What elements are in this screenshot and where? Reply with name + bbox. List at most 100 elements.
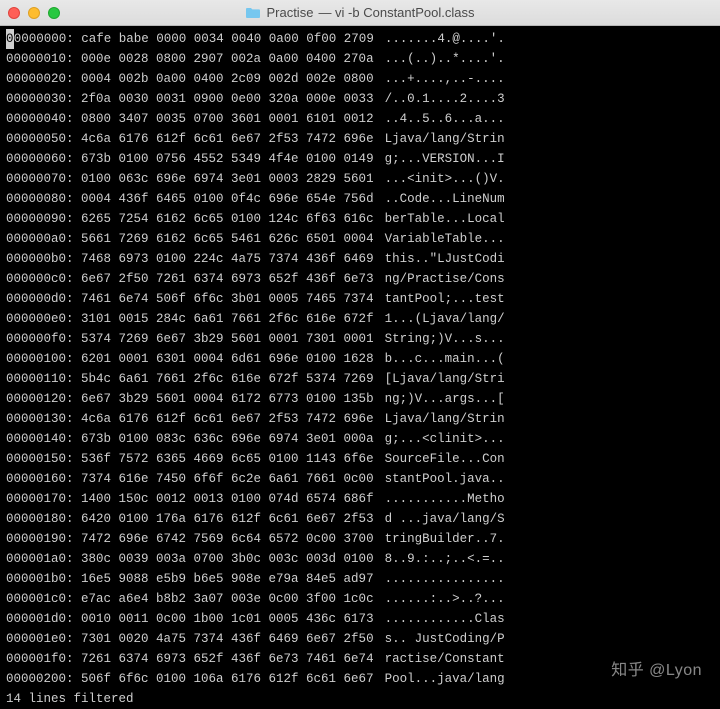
hex-bytes: 380c 0039 003a 0700 3b0c 003c 003d 0100 — [74, 552, 374, 566]
hex-row: 00000060: 673b 0100 0756 4552 5349 4f4e … — [6, 149, 714, 169]
hex-ascii: ng/Practise/Cons — [385, 272, 505, 286]
hex-bytes: 0100 063c 696e 6974 3e01 0003 2829 5601 — [74, 172, 374, 186]
hex-row: 00000050: 4c6a 6176 612f 6c61 6e67 2f53 … — [6, 129, 714, 149]
hex-offset: 00000130: — [6, 412, 74, 426]
hex-ascii: stantPool.java.. — [385, 472, 505, 486]
hexdump-area[interactable]: 00000000: cafe babe 0000 0034 0040 0a00 … — [0, 26, 720, 689]
hex-row: 000001a0: 380c 0039 003a 0700 3b0c 003c … — [6, 549, 714, 569]
hex-offset: 00000140: — [6, 432, 74, 446]
folder-icon — [245, 7, 261, 19]
hex-row: 00000100: 6201 0001 6301 0004 6d61 696e … — [6, 349, 714, 369]
hex-bytes: 6e67 2f50 7261 6374 6973 652f 436f 6e73 — [74, 272, 374, 286]
hex-bytes: 0004 436f 6465 0100 0f4c 696e 654e 756d — [74, 192, 374, 206]
hex-offset: 00000040: — [6, 112, 74, 126]
hex-bytes: 0800 3407 0035 0700 3601 0001 6101 0012 — [74, 112, 374, 126]
hex-ascii: String;)V...s... — [385, 332, 505, 346]
hex-offset: 00000010: — [6, 52, 74, 66]
hex-bytes: 6265 7254 6162 6c65 0100 124c 6f63 616c — [74, 212, 374, 226]
hex-offset: 00000170: — [6, 492, 74, 506]
hex-offset: 00000110: — [6, 372, 74, 386]
hex-bytes: 16e5 9088 e5b9 b6e5 908e e79a 84e5 ad97 — [74, 572, 374, 586]
hex-bytes: 7374 616e 7450 6f6f 6c2e 6a61 7661 0c00 — [74, 472, 374, 486]
hex-offset: 000001c0: — [6, 592, 74, 606]
hex-bytes: 673b 0100 0756 4552 5349 4f4e 0100 0149 — [74, 152, 374, 166]
hex-row: 00000120: 6e67 3b29 5601 0004 6172 6773 … — [6, 389, 714, 409]
hex-row: 000001f0: 7261 6374 6973 652f 436f 6e73 … — [6, 649, 714, 669]
hex-row: 00000110: 5b4c 6a61 7661 2f6c 616e 672f … — [6, 369, 714, 389]
hex-offset: 00000000: — [6, 32, 74, 46]
hex-row: 00000170: 1400 150c 0012 0013 0100 074d … — [6, 489, 714, 509]
hex-offset: 00000090: — [6, 212, 74, 226]
hex-row: 00000040: 0800 3407 0035 0700 3601 0001 … — [6, 109, 714, 129]
hex-ascii: ..Code...LineNum — [385, 192, 505, 206]
titlebar: Practise — vi -b ConstantPool.class — [0, 0, 720, 26]
hex-row: 00000140: 673b 0100 083c 636c 696e 6974 … — [6, 429, 714, 449]
hex-offset: 000001e0: — [6, 632, 74, 646]
hex-ascii: g;...VERSION...I — [385, 152, 505, 166]
minimize-window-button[interactable] — [28, 7, 40, 19]
window-folder-name: Practise — [266, 3, 313, 23]
hex-ascii: 8..9.:..;..<.=.. — [385, 552, 505, 566]
hex-ascii: d ...java/lang/S — [385, 512, 505, 526]
hex-bytes: 7468 6973 0100 224c 4a75 7374 436f 6469 — [74, 252, 374, 266]
hex-offset: 00000080: — [6, 192, 74, 206]
hex-bytes: 7461 6e74 506f 6f6c 3b01 0005 7465 7374 — [74, 292, 374, 306]
close-window-button[interactable] — [8, 7, 20, 19]
hex-ascii: .......4.@....'. — [385, 32, 505, 46]
hex-ascii: Ljava/lang/Strin — [385, 132, 505, 146]
hex-bytes: 7261 6374 6973 652f 436f 6e73 7461 6e74 — [74, 652, 374, 666]
hex-bytes: 5b4c 6a61 7661 2f6c 616e 672f 5374 7269 — [74, 372, 374, 386]
hex-ascii: Ljava/lang/Strin — [385, 412, 505, 426]
hex-row: 000001e0: 7301 0020 4a75 7374 436f 6469 … — [6, 629, 714, 649]
hex-offset: 000001b0: — [6, 572, 74, 586]
hex-ascii: ................ — [385, 572, 505, 586]
hex-row: 00000200: 506f 6f6c 0100 106a 6176 612f … — [6, 669, 714, 689]
hex-ascii: 1...(Ljava/lang/ — [385, 312, 505, 326]
hex-bytes: 0010 0011 0c00 1b00 1c01 0005 436c 6173 — [74, 612, 374, 626]
hex-bytes: 506f 6f6c 0100 106a 6176 612f 6c61 6e67 — [74, 672, 374, 686]
hex-bytes: 6e67 3b29 5601 0004 6172 6773 0100 135b — [74, 392, 374, 406]
hex-ascii: ractise/Constant — [385, 652, 505, 666]
hex-ascii: ............Clas — [385, 612, 505, 626]
hex-bytes: 1400 150c 0012 0013 0100 074d 6574 686f — [74, 492, 374, 506]
hex-bytes: 6420 0100 176a 6176 612f 6c61 6e67 2f53 — [74, 512, 374, 526]
hex-bytes: 7472 696e 6742 7569 6c64 6572 0c00 3700 — [74, 532, 374, 546]
hex-row: 00000190: 7472 696e 6742 7569 6c64 6572 … — [6, 529, 714, 549]
hex-row: 00000160: 7374 616e 7450 6f6f 6c2e 6a61 … — [6, 469, 714, 489]
hex-ascii: ......:..>..?... — [385, 592, 505, 606]
hex-bytes: 5661 7269 6162 6c65 5461 626c 6501 0004 — [74, 232, 374, 246]
hex-bytes: 7301 0020 4a75 7374 436f 6469 6e67 2f50 — [74, 632, 374, 646]
hex-row: 00000080: 0004 436f 6465 0100 0f4c 696e … — [6, 189, 714, 209]
hex-row: 00000020: 0004 002b 0a00 0400 2c09 002d … — [6, 69, 714, 89]
hex-row: 000000a0: 5661 7269 6162 6c65 5461 626c … — [6, 229, 714, 249]
hex-offset: 00000100: — [6, 352, 74, 366]
hex-offset: 000000c0: — [6, 272, 74, 286]
hex-row: 000000b0: 7468 6973 0100 224c 4a75 7374 … — [6, 249, 714, 269]
hex-offset: 00000050: — [6, 132, 74, 146]
hex-offset: 00000200: — [6, 672, 74, 686]
hex-offset: 000001f0: — [6, 652, 74, 666]
hex-offset: 00000160: — [6, 472, 74, 486]
hex-offset: 00000070: — [6, 172, 74, 186]
hex-ascii: ...+....,..-.... — [385, 72, 505, 86]
hex-offset: 000000e0: — [6, 312, 74, 326]
hex-offset: 000000b0: — [6, 252, 74, 266]
hex-ascii: ...(..)..*....'. — [385, 52, 505, 66]
hex-row: 000000f0: 5374 7269 6e67 3b29 5601 0001 … — [6, 329, 714, 349]
hex-row: 00000090: 6265 7254 6162 6c65 0100 124c … — [6, 209, 714, 229]
hex-bytes: 000e 0028 0800 2907 002a 0a00 0400 270a — [74, 52, 374, 66]
zoom-window-button[interactable] — [48, 7, 60, 19]
hex-row: 00000030: 2f0a 0030 0031 0900 0e00 320a … — [6, 89, 714, 109]
titlebar-title: Practise — vi -b ConstantPool.class — [0, 3, 720, 23]
hex-row: 000000c0: 6e67 2f50 7261 6374 6973 652f … — [6, 269, 714, 289]
hex-row: 00000070: 0100 063c 696e 6974 3e01 0003 … — [6, 169, 714, 189]
vi-cursor: 0 — [6, 29, 14, 49]
hex-row: 000001b0: 16e5 9088 e5b9 b6e5 908e e79a … — [6, 569, 714, 589]
traffic-lights — [8, 7, 60, 19]
hex-bytes: 673b 0100 083c 636c 696e 6974 3e01 000a — [74, 432, 374, 446]
hex-ascii: ..4..5..6...a... — [385, 112, 505, 126]
hex-ascii: berTable...Local — [385, 212, 505, 226]
hex-ascii: [Ljava/lang/Stri — [385, 372, 505, 386]
hex-row: 000000e0: 3101 0015 284c 6a61 7661 2f6c … — [6, 309, 714, 329]
hex-bytes: 3101 0015 284c 6a61 7661 2f6c 616e 672f — [74, 312, 374, 326]
